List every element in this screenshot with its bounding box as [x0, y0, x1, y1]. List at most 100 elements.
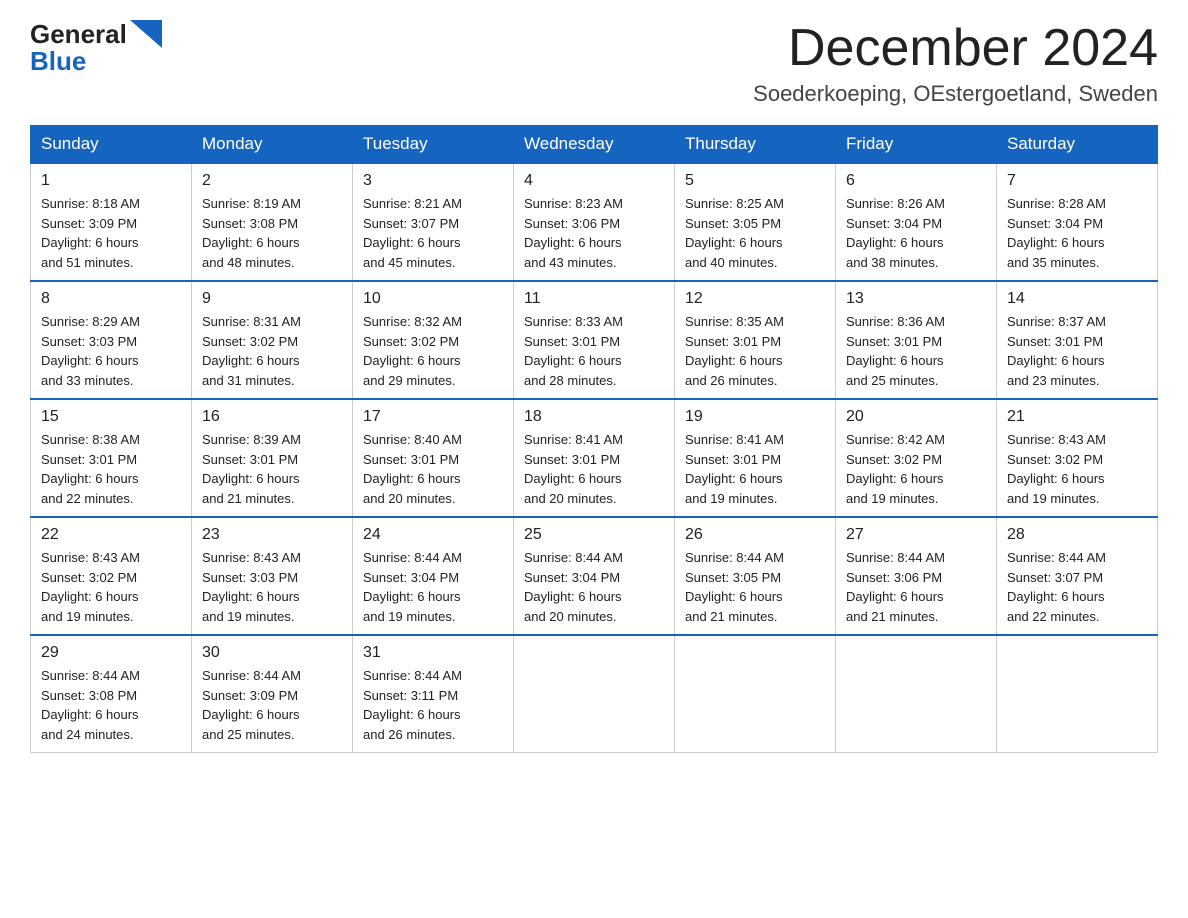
week-row-1: 1 Sunrise: 8:18 AMSunset: 3:09 PMDaylight…: [31, 163, 1158, 281]
empty-cell: [997, 635, 1158, 753]
empty-cell: [675, 635, 836, 753]
day-cell-27: 27Sunrise: 8:44 AMSunset: 3:06 PMDayligh…: [836, 517, 997, 635]
day-info: Sunrise: 8:41 AMSunset: 3:01 PMDaylight:…: [685, 430, 825, 508]
day-info: Sunrise: 8:18 AMSunset: 3:09 PMDaylight:…: [41, 194, 181, 272]
day-number: 13: [846, 290, 986, 308]
day-info: Sunrise: 8:39 AMSunset: 3:01 PMDaylight:…: [202, 430, 342, 508]
day-cell-30: 30Sunrise: 8:44 AMSunset: 3:09 PMDayligh…: [192, 635, 353, 753]
day-cell-7: 7 Sunrise: 8:28 AMSunset: 3:04 PMDaylight…: [997, 163, 1158, 281]
weekday-header-row: SundayMondayTuesdayWednesdayThursdayFrid…: [31, 126, 1158, 164]
week-row-5: 29Sunrise: 8:44 AMSunset: 3:08 PMDayligh…: [31, 635, 1158, 753]
day-info: Sunrise: 8:29 AMSunset: 3:03 PMDaylight:…: [41, 312, 181, 390]
day-info: Sunrise: 8:35 AMSunset: 3:01 PMDaylight:…: [685, 312, 825, 390]
page-header: General Blue December 2024 Soederkoeping…: [30, 20, 1158, 107]
day-info: Sunrise: 8:42 AMSunset: 3:02 PMDaylight:…: [846, 430, 986, 508]
day-cell-6: 6Sunrise: 8:26 AMSunset: 3:04 PMDaylight…: [836, 163, 997, 281]
weekday-header-monday: Monday: [192, 126, 353, 164]
day-cell-11: 11 Sunrise: 8:33 AMSunset: 3:01 PMDayligh…: [514, 281, 675, 399]
day-info: Sunrise: 8:40 AMSunset: 3:01 PMDaylight:…: [363, 430, 503, 508]
week-row-4: 22 Sunrise: 8:43 AMSunset: 3:02 PMDayligh…: [31, 517, 1158, 635]
day-cell-12: 12 Sunrise: 8:35 AMSunset: 3:01 PMDayligh…: [675, 281, 836, 399]
day-info: Sunrise: 8:43 AMSunset: 3:03 PMDaylight:…: [202, 548, 342, 626]
day-number: 19: [685, 408, 825, 426]
weekday-header-wednesday: Wednesday: [514, 126, 675, 164]
logo-general-text: General: [30, 21, 127, 47]
day-number: 17: [363, 408, 503, 426]
month-title: December 2024: [753, 20, 1158, 77]
empty-cell: [836, 635, 997, 753]
day-cell-19: 19 Sunrise: 8:41 AMSunset: 3:01 PMDayligh…: [675, 399, 836, 517]
day-number: 28: [1007, 526, 1147, 544]
day-number: 15: [41, 408, 181, 426]
day-cell-26: 26 Sunrise: 8:44 AMSunset: 3:05 PMDayligh…: [675, 517, 836, 635]
day-info: Sunrise: 8:33 AMSunset: 3:01 PMDaylight:…: [524, 312, 664, 390]
day-number: 26: [685, 526, 825, 544]
day-info: Sunrise: 8:23 AMSunset: 3:06 PMDaylight:…: [524, 194, 664, 272]
day-info: Sunrise: 8:31 AMSunset: 3:02 PMDaylight:…: [202, 312, 342, 390]
day-number: 22: [41, 526, 181, 544]
day-cell-22: 22 Sunrise: 8:43 AMSunset: 3:02 PMDayligh…: [31, 517, 192, 635]
day-number: 21: [1007, 408, 1147, 426]
day-number: 14: [1007, 290, 1147, 308]
day-cell-3: 3 Sunrise: 8:21 AMSunset: 3:07 PMDaylight…: [353, 163, 514, 281]
day-cell-18: 18 Sunrise: 8:41 AMSunset: 3:01 PMDayligh…: [514, 399, 675, 517]
day-info: Sunrise: 8:44 AMSunset: 3:04 PMDaylight:…: [524, 548, 664, 626]
day-number: 25: [524, 526, 664, 544]
weekday-header-saturday: Saturday: [997, 126, 1158, 164]
day-info: Sunrise: 8:44 AMSunset: 3:05 PMDaylight:…: [685, 548, 825, 626]
logo-blue-text: Blue: [30, 48, 86, 74]
weekday-header-thursday: Thursday: [675, 126, 836, 164]
day-number: 10: [363, 290, 503, 308]
day-cell-16: 16Sunrise: 8:39 AMSunset: 3:01 PMDayligh…: [192, 399, 353, 517]
day-info: Sunrise: 8:44 AMSunset: 3:07 PMDaylight:…: [1007, 548, 1147, 626]
day-cell-31: 31Sunrise: 8:44 AMSunset: 3:11 PMDayligh…: [353, 635, 514, 753]
day-info: Sunrise: 8:44 AMSunset: 3:11 PMDaylight:…: [363, 666, 503, 744]
day-info: Sunrise: 8:28 AMSunset: 3:04 PMDaylight:…: [1007, 194, 1147, 272]
day-cell-29: 29Sunrise: 8:44 AMSunset: 3:08 PMDayligh…: [31, 635, 192, 753]
day-info: Sunrise: 8:41 AMSunset: 3:01 PMDaylight:…: [524, 430, 664, 508]
day-cell-5: 5 Sunrise: 8:25 AMSunset: 3:05 PMDaylight…: [675, 163, 836, 281]
day-cell-15: 15 Sunrise: 8:38 AMSunset: 3:01 PMDayligh…: [31, 399, 192, 517]
day-cell-23: 23 Sunrise: 8:43 AMSunset: 3:03 PMDayligh…: [192, 517, 353, 635]
logo-icon: [130, 20, 162, 48]
day-info: Sunrise: 8:38 AMSunset: 3:01 PMDaylight:…: [41, 430, 181, 508]
day-number: 20: [846, 408, 986, 426]
day-info: Sunrise: 8:43 AMSunset: 3:02 PMDaylight:…: [41, 548, 181, 626]
day-number: 12: [685, 290, 825, 308]
day-cell-21: 21Sunrise: 8:43 AMSunset: 3:02 PMDayligh…: [997, 399, 1158, 517]
day-number: 2: [202, 172, 342, 190]
weekday-header-sunday: Sunday: [31, 126, 192, 164]
title-area: December 2024 Soederkoeping, OEstergoetl…: [753, 20, 1158, 107]
day-number: 18: [524, 408, 664, 426]
day-info: Sunrise: 8:44 AMSunset: 3:08 PMDaylight:…: [41, 666, 181, 744]
day-number: 11: [524, 290, 664, 308]
day-cell-20: 20 Sunrise: 8:42 AMSunset: 3:02 PMDayligh…: [836, 399, 997, 517]
day-number: 5: [685, 172, 825, 190]
day-info: Sunrise: 8:21 AMSunset: 3:07 PMDaylight:…: [363, 194, 503, 272]
day-number: 9: [202, 290, 342, 308]
day-cell-13: 13Sunrise: 8:36 AMSunset: 3:01 PMDayligh…: [836, 281, 997, 399]
day-cell-25: 25 Sunrise: 8:44 AMSunset: 3:04 PMDayligh…: [514, 517, 675, 635]
day-info: Sunrise: 8:26 AMSunset: 3:04 PMDaylight:…: [846, 194, 986, 272]
day-info: Sunrise: 8:25 AMSunset: 3:05 PMDaylight:…: [685, 194, 825, 272]
day-cell-1: 1 Sunrise: 8:18 AMSunset: 3:09 PMDaylight…: [31, 163, 192, 281]
logo: General Blue: [30, 20, 162, 74]
day-number: 30: [202, 644, 342, 662]
day-number: 3: [363, 172, 503, 190]
day-info: Sunrise: 8:19 AMSunset: 3:08 PMDaylight:…: [202, 194, 342, 272]
day-number: 7: [1007, 172, 1147, 190]
day-cell-2: 2 Sunrise: 8:19 AMSunset: 3:08 PMDaylight…: [192, 163, 353, 281]
day-cell-24: 24Sunrise: 8:44 AMSunset: 3:04 PMDayligh…: [353, 517, 514, 635]
day-cell-14: 14Sunrise: 8:37 AMSunset: 3:01 PMDayligh…: [997, 281, 1158, 399]
day-cell-28: 28 Sunrise: 8:44 AMSunset: 3:07 PMDayligh…: [997, 517, 1158, 635]
day-number: 1: [41, 172, 181, 190]
week-row-2: 8Sunrise: 8:29 AMSunset: 3:03 PMDaylight…: [31, 281, 1158, 399]
weekday-header-tuesday: Tuesday: [353, 126, 514, 164]
day-number: 24: [363, 526, 503, 544]
day-number: 27: [846, 526, 986, 544]
day-number: 4: [524, 172, 664, 190]
day-cell-4: 4 Sunrise: 8:23 AMSunset: 3:06 PMDaylight…: [514, 163, 675, 281]
day-number: 23: [202, 526, 342, 544]
location-title: Soederkoeping, OEstergoetland, Sweden: [753, 81, 1158, 107]
weekday-header-friday: Friday: [836, 126, 997, 164]
